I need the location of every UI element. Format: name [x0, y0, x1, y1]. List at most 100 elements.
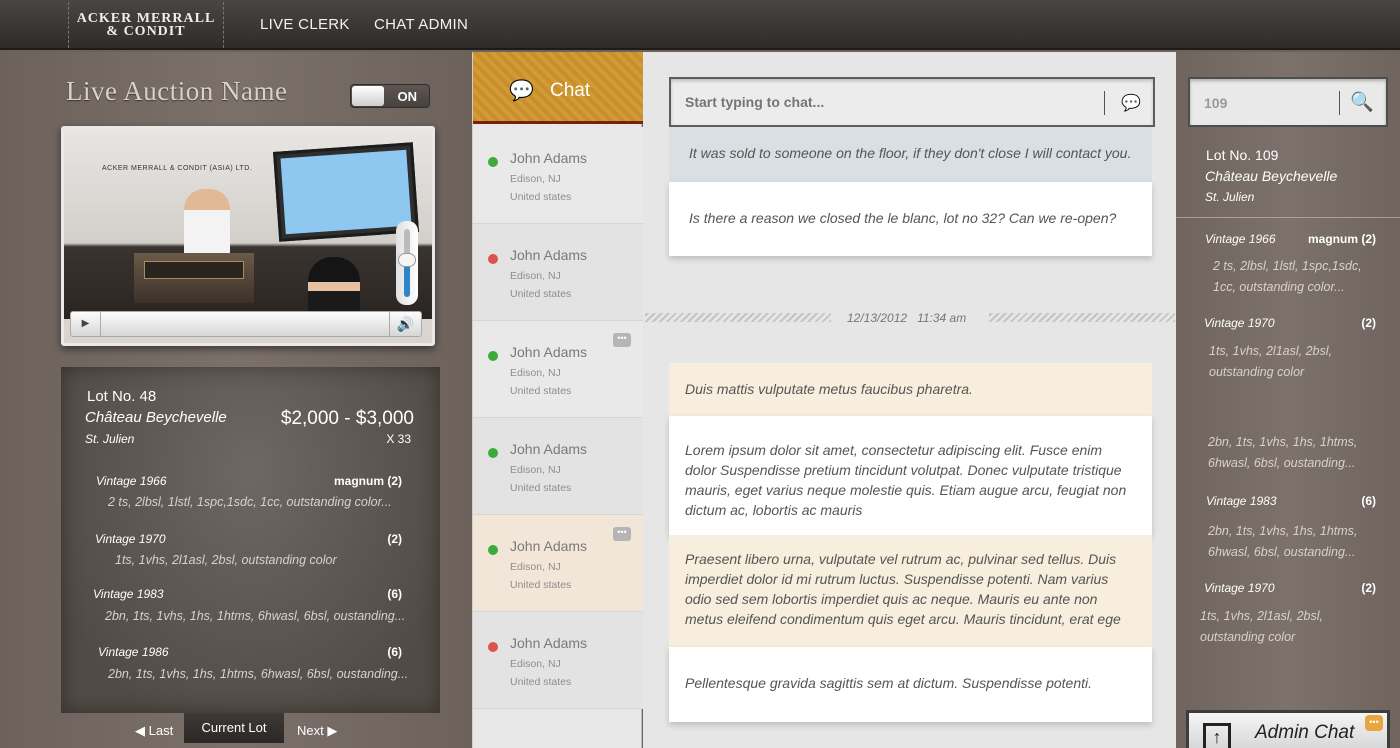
vintage-title: Vintage 1970	[1204, 581, 1275, 595]
new-message-icon: •••	[1365, 715, 1383, 731]
new-message-icon: •••	[613, 333, 631, 347]
upload-arrow-icon: ↑	[1203, 723, 1231, 748]
vintage-size: (6)	[1361, 494, 1376, 508]
search-lot-number: Lot No. 109	[1206, 147, 1279, 163]
chat-message: Pellentesque gravida sagittis sem at dic…	[669, 647, 1152, 722]
admin-chat-label: Admin Chat	[1255, 722, 1355, 743]
chat-user-item[interactable]: John Adams Edison, NJ United states •••	[473, 321, 643, 418]
toggle-knob[interactable]	[352, 86, 384, 106]
vintage-title: Vintage 1966	[96, 474, 167, 488]
vintage-description: 1ts, 1vhs, 2l1asl, 2bsl, outstanding col…	[1200, 609, 1323, 644]
vintage-title: Vintage 1986	[98, 645, 169, 659]
vintage-title: Vintage 1983	[93, 587, 164, 601]
chevron-right-icon: ▶	[327, 723, 338, 738]
next-lot-button[interactable]: Next ▶	[297, 723, 337, 739]
chat-date: 12/13/2012 11:34 am	[847, 311, 966, 325]
lot-search-panel: 🔍 Lot No. 109 Château Beychevelle St. Ju…	[1176, 52, 1400, 748]
chat-time-value: 11:34 am	[917, 311, 967, 325]
speaker-icon[interactable]: 🔊	[389, 312, 421, 336]
vintage-size: (6)	[387, 645, 402, 659]
lot-search-input[interactable]	[1204, 92, 1334, 114]
video-assistant	[308, 257, 360, 319]
top-bar: ACKER MERRALL & CONDIT LIVE CLERK CHAT A…	[0, 0, 1400, 50]
user-country: United states	[510, 482, 572, 494]
vintage-description: 2 ts, 2lbsl, 1lstl, 1spc,1sdc, 1cc, outs…	[1213, 259, 1362, 294]
chat-user-item[interactable]: John Adams Edison, NJ United states	[473, 418, 643, 515]
video-podium-sign	[144, 261, 244, 279]
lot-quantity: X 33	[386, 432, 411, 446]
chat-message: Duis mattis vulputate metus faucibus pha…	[669, 363, 1152, 416]
vintage-size: (2)	[1361, 316, 1376, 330]
status-indicator-icon	[488, 448, 498, 458]
current-lot-card: Lot No. 48 Château Beychevelle St. Julie…	[61, 367, 440, 713]
vintage-description: 2bn, 1ts, 1vhs, 1hs, 1htms, 6hwasl, 6bsl…	[1208, 435, 1358, 470]
next-lot-label: Next	[297, 723, 324, 738]
user-city: Edison, NJ	[510, 464, 561, 476]
logo-line-2: & CONDIT	[106, 24, 186, 39]
chevron-left-icon: ◀	[135, 723, 145, 738]
last-lot-button[interactable]: ◀ Last	[135, 723, 173, 739]
video-brand-text: ACKER MERRALL & CONDIT (ASIA) LTD.	[102, 165, 253, 172]
user-country: United states	[510, 385, 572, 397]
search-icon[interactable]: 🔍	[1350, 90, 1374, 114]
user-name: John Adams	[510, 247, 588, 263]
vintage-description: 2 ts, 2lbsl, 1lstl, 1spc,1sdc, 1cc, outs…	[108, 495, 392, 509]
company-logo[interactable]: ACKER MERRALL & CONDIT	[68, 2, 224, 48]
new-message-icon: •••	[613, 527, 631, 541]
volume-slider[interactable]	[396, 221, 418, 305]
chat-header-tab[interactable]: 💬 Chat	[473, 52, 643, 124]
last-lot-label: Last	[148, 723, 174, 738]
chat-user-item[interactable]: John Adams Edison, NJ United states	[473, 224, 643, 321]
user-name: John Adams	[510, 441, 588, 457]
chat-input[interactable]	[685, 91, 1085, 113]
user-country: United states	[510, 191, 572, 203]
vintage-description: 2bn, 1ts, 1vhs, 1hs, 1htms, 6hwasl, 6bsl…	[1208, 524, 1358, 559]
send-chat-icon[interactable]: 💬	[1121, 93, 1141, 113]
status-indicator-icon	[488, 642, 498, 652]
vintage-size: magnum (2)	[333, 474, 402, 488]
video-auctioneer	[184, 189, 230, 259]
user-name: John Adams	[510, 150, 588, 166]
lot-navigation: ◀ Last Current Lot Next ▶	[130, 713, 350, 748]
vintage-size: (2)	[1361, 581, 1376, 595]
input-divider	[1104, 91, 1105, 115]
chat-bubble-icon: 💬	[509, 80, 534, 102]
user-city: Edison, NJ	[510, 561, 561, 573]
chat-message: Praesent libero urna, vulputate vel rutr…	[669, 535, 1152, 647]
current-lot-button[interactable]: Current Lot	[184, 713, 284, 743]
lot-wine-name: Château Beychevelle	[85, 409, 227, 426]
play-icon[interactable]: ▶	[71, 312, 101, 336]
status-indicator-icon	[488, 545, 498, 555]
user-name: John Adams	[510, 538, 588, 554]
vintage-description: 2bn, 1ts, 1vhs, 1hs, 1htms, 6hwasl, 6bsl…	[105, 609, 406, 623]
status-indicator-icon	[488, 157, 498, 167]
search-lot-wine-name: Château Beychevelle	[1205, 168, 1338, 184]
chat-input-box[interactable]: 💬	[669, 77, 1155, 127]
vintage-title: Vintage 1983	[1206, 494, 1277, 508]
chat-user-item[interactable]: John Adams Edison, NJ United states •••	[473, 515, 643, 612]
chat-user-item[interactable]: John Adams Edison, NJ United states	[473, 612, 643, 709]
auction-title: Live Auction Name	[66, 76, 288, 106]
status-indicator-icon	[488, 351, 498, 361]
auction-toggle[interactable]: ON	[350, 84, 430, 108]
volume-knob[interactable]	[398, 253, 416, 267]
vintage-size: magnum (2)	[1307, 232, 1376, 246]
lot-number: Lot No. 48	[87, 388, 157, 405]
vintage-title: Vintage 1970	[95, 532, 166, 546]
date-separator: 12/13/2012 11:34 am	[643, 310, 1176, 326]
search-lot-location: St. Julien	[1205, 190, 1255, 204]
user-city: Edison, NJ	[510, 658, 561, 670]
chat-user-list: 💬 Chat John Adams Edison, NJ United states…	[472, 52, 643, 748]
vintage-title: Vintage 1970	[1204, 316, 1275, 330]
nav-live-clerk[interactable]: LIVE CLERK	[260, 16, 350, 33]
user-name: John Adams	[510, 344, 588, 360]
vintage-description: 1ts, 1vhs, 2l1asl, 2bsl, outstanding col…	[1209, 344, 1332, 379]
live-video-player[interactable]: ACKER MERRALL & CONDIT (ASIA) LTD. ▶ 🔊	[61, 126, 435, 346]
vintage-description: 1ts, 1vhs, 2l1asl, 2bsl, outstanding col…	[115, 553, 337, 567]
lot-search-box[interactable]: 🔍	[1188, 77, 1388, 127]
chat-user-item[interactable]: John Adams Edison, NJ United states	[473, 127, 643, 224]
divider	[1176, 217, 1400, 218]
admin-chat-button[interactable]: ↑ Admin Chat •••	[1186, 710, 1390, 748]
user-city: Edison, NJ	[510, 367, 561, 379]
nav-chat-admin[interactable]: CHAT ADMIN	[374, 16, 468, 33]
